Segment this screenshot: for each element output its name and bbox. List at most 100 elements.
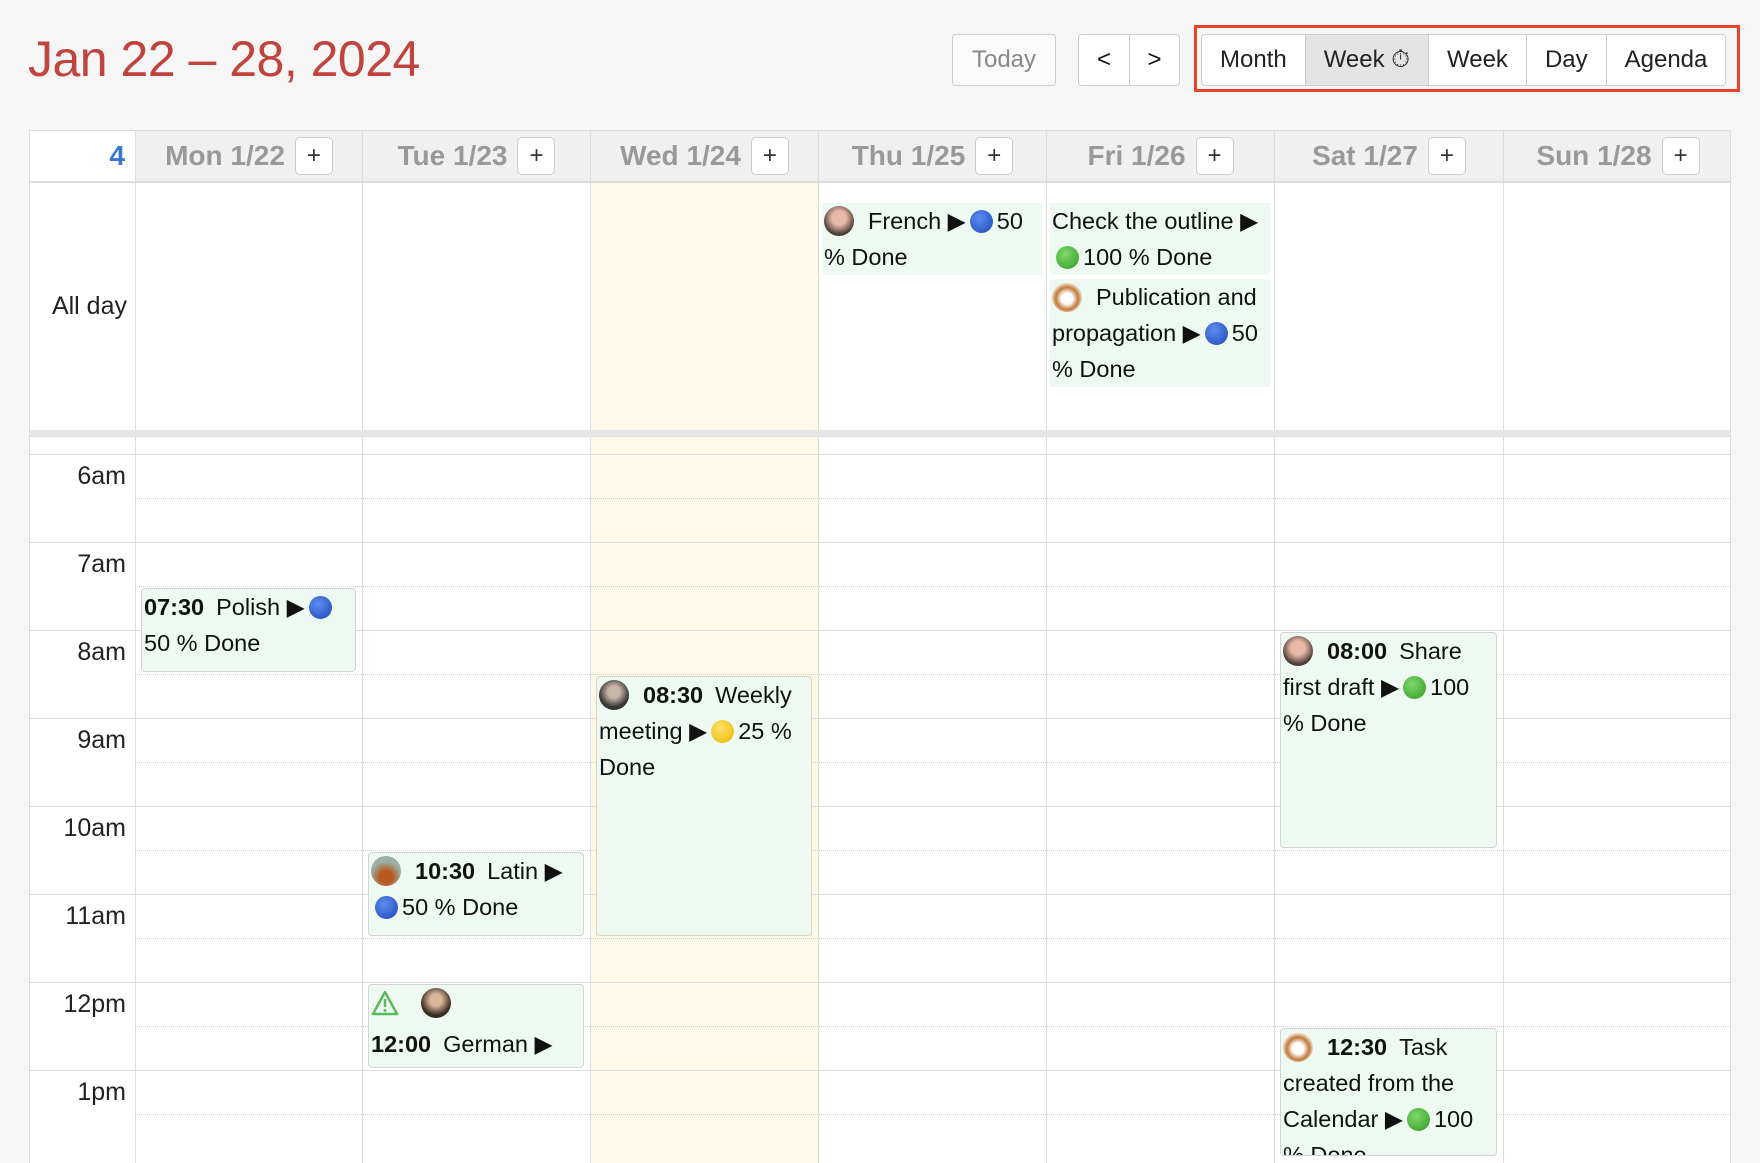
warning-icon [371, 990, 399, 1026]
calendar-event[interactable]: 07:30 Polish ▶ 50 % Done [141, 588, 356, 672]
hour-line [30, 436, 1730, 437]
event-title: German [443, 1031, 528, 1057]
day-header: Tue 1/23 + [362, 131, 590, 183]
page-title: Jan 22 – 28, 2024 [28, 31, 420, 87]
event-progress: 50 % Done [402, 1067, 518, 1068]
day-column [818, 183, 1046, 1163]
event-time: 08:00 [1327, 638, 1388, 664]
play-arrow-icon: ▶ [286, 594, 305, 620]
event-time: 07:30 [144, 594, 205, 620]
day-header-label[interactable]: Tue 1/23 [398, 140, 508, 172]
play-arrow-icon: ▶ [544, 858, 563, 884]
today-button[interactable]: Today [952, 34, 1056, 86]
avatar-person-dark-hair [1283, 636, 1313, 666]
day-column [135, 183, 362, 1163]
avatar-dog [1052, 282, 1082, 312]
avatar-person-dark-hair [824, 206, 854, 236]
status-dot-green [1406, 1108, 1430, 1131]
hour-line [30, 454, 1730, 455]
status-dot-blue [308, 596, 332, 619]
play-arrow-icon: ▶ [947, 208, 966, 234]
hour-label: 6am [77, 462, 126, 490]
calendar-event[interactable]: 12:00 German ▶ 50 % Done [368, 984, 584, 1068]
play-arrow-icon: ▶ [1380, 674, 1400, 700]
all-day-event[interactable]: Check the outline ▶ 100 % Done [1050, 203, 1270, 275]
hour-label: 11am [65, 902, 126, 930]
hour-label: 12pm [63, 990, 126, 1018]
hour-line [30, 542, 1730, 543]
hour-label: 7am [77, 550, 126, 578]
view-month-button[interactable]: Month [1202, 35, 1305, 85]
avatar-person-laptop [421, 988, 451, 1018]
hour-line [30, 894, 1730, 895]
add-event-button[interactable]: + [517, 137, 556, 175]
event-title: French [868, 208, 942, 234]
avatar-dog [1283, 1032, 1313, 1062]
day-header: Sat 1/27 + [1274, 131, 1503, 183]
navigation-buttons: < > [1078, 34, 1180, 86]
day-header: Thu 1/25 + [818, 131, 1046, 183]
event-title: Check the outline [1052, 208, 1234, 234]
add-event-button[interactable]: + [294, 137, 333, 175]
next-button[interactable]: > [1129, 35, 1179, 85]
status-dot-green [1056, 246, 1079, 269]
calendar-grid: 4 Mon 1/22 + Tue 1/23 + Wed 1/24 + Thu 1/25 + Fr… [29, 130, 1731, 1163]
day-header: Sun 1/28 + [1503, 131, 1730, 183]
play-arrow-icon: ▶ [534, 1031, 553, 1057]
half-hour-line [135, 938, 1730, 939]
day-header: Wed 1/24 + [590, 131, 818, 183]
add-event-button[interactable]: + [1195, 137, 1234, 175]
event-progress: 50 % Done [402, 894, 519, 920]
status-dot-yellow [711, 720, 735, 743]
status-dot-blue [969, 210, 993, 233]
view-agenda-button[interactable]: Agenda [1605, 35, 1726, 85]
add-event-button[interactable]: + [975, 137, 1014, 175]
all-day-event[interactable]: French ▶ 50 % Done [822, 203, 1042, 275]
status-dot-blue [375, 896, 398, 919]
half-hour-line [135, 586, 1730, 587]
event-time: 12:30 [1327, 1034, 1388, 1060]
day-header-label[interactable]: Thu 1/25 [852, 140, 966, 172]
day-header: Mon 1/22 + [135, 131, 362, 183]
play-arrow-icon: ▶ [689, 718, 708, 744]
add-event-button[interactable]: + [1427, 137, 1466, 175]
add-event-button[interactable]: + [1661, 137, 1700, 175]
day-header-label[interactable]: Fri 1/26 [1087, 140, 1185, 172]
calendar-event[interactable]: 08:30 Weekly meeting ▶ 25 % Done [596, 676, 812, 936]
event-title: Latin [487, 858, 539, 884]
event-title: Polish [216, 594, 281, 620]
add-event-button[interactable]: + [750, 137, 789, 175]
prev-button[interactable]: < [1079, 35, 1129, 85]
event-time: 12:00 [371, 1031, 432, 1057]
hour-label: 10am [63, 814, 126, 842]
avatar-person-dark [599, 680, 629, 710]
event-progress: 100 % Done [1083, 244, 1213, 270]
day-header-label[interactable]: Mon 1/22 [165, 140, 285, 172]
view-week-button[interactable]: Week ⏱ [1304, 35, 1429, 85]
event-time: 08:30 [643, 682, 704, 708]
half-hour-line [135, 850, 1730, 851]
day-column [590, 183, 818, 1163]
calendar-event[interactable]: 12:30 Task created from the Calendar ▶ 100… [1280, 1028, 1497, 1156]
day-header: Fri 1/26 + [1046, 131, 1274, 183]
week-number[interactable]: 4 [30, 131, 135, 183]
event-time: 10:30 [415, 858, 476, 884]
day-header-label[interactable]: Wed 1/24 [620, 140, 741, 172]
hour-label: 1pm [77, 1078, 126, 1106]
all-day-label: All day [51, 292, 127, 320]
calendar-event[interactable]: 08:00 Share first draft ▶ 100 % Done [1280, 632, 1497, 848]
all-day-event[interactable]: Publication and propagation ▶ 50 % Done [1050, 279, 1270, 387]
view-week-button[interactable]: Week [1428, 35, 1526, 85]
calendar-event[interactable]: 10:30 Latin ▶ 50 % Done [368, 852, 584, 936]
hour-label: 8am [77, 638, 126, 666]
play-arrow-icon: ▶ [1182, 320, 1201, 346]
play-arrow-icon: ▶ [1384, 1106, 1403, 1132]
day-header-label[interactable]: Sat 1/27 [1312, 140, 1418, 172]
view-switcher: Month Week ⏱ Week Day Agenda [1201, 34, 1727, 86]
half-hour-line [135, 498, 1730, 499]
day-header-label[interactable]: Sun 1/28 [1536, 140, 1651, 172]
hour-label: 9am [77, 726, 126, 754]
day-column [1503, 183, 1730, 1163]
view-day-button[interactable]: Day [1525, 35, 1606, 85]
play-arrow-icon: ▶ [1240, 208, 1259, 234]
